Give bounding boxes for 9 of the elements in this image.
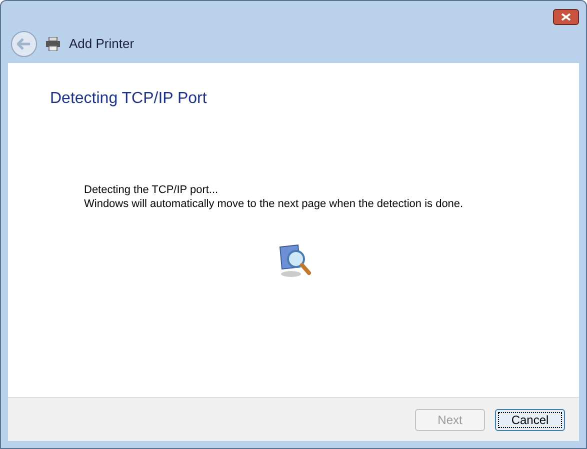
back-arrow-icon [17, 38, 31, 50]
message-text: Windows will automatically move to the next page when the detection is done. [84, 197, 464, 211]
page-heading: Detecting TCP/IP Port [50, 89, 207, 109]
close-icon [561, 13, 571, 21]
close-button[interactable] [553, 9, 579, 25]
dialog-button[interactable]: Cancel [495, 408, 565, 430]
window-title: Add Printer [69, 35, 134, 54]
message-text: Detecting the TCP/IP port... [84, 183, 218, 197]
printer-icon [45, 37, 61, 51]
